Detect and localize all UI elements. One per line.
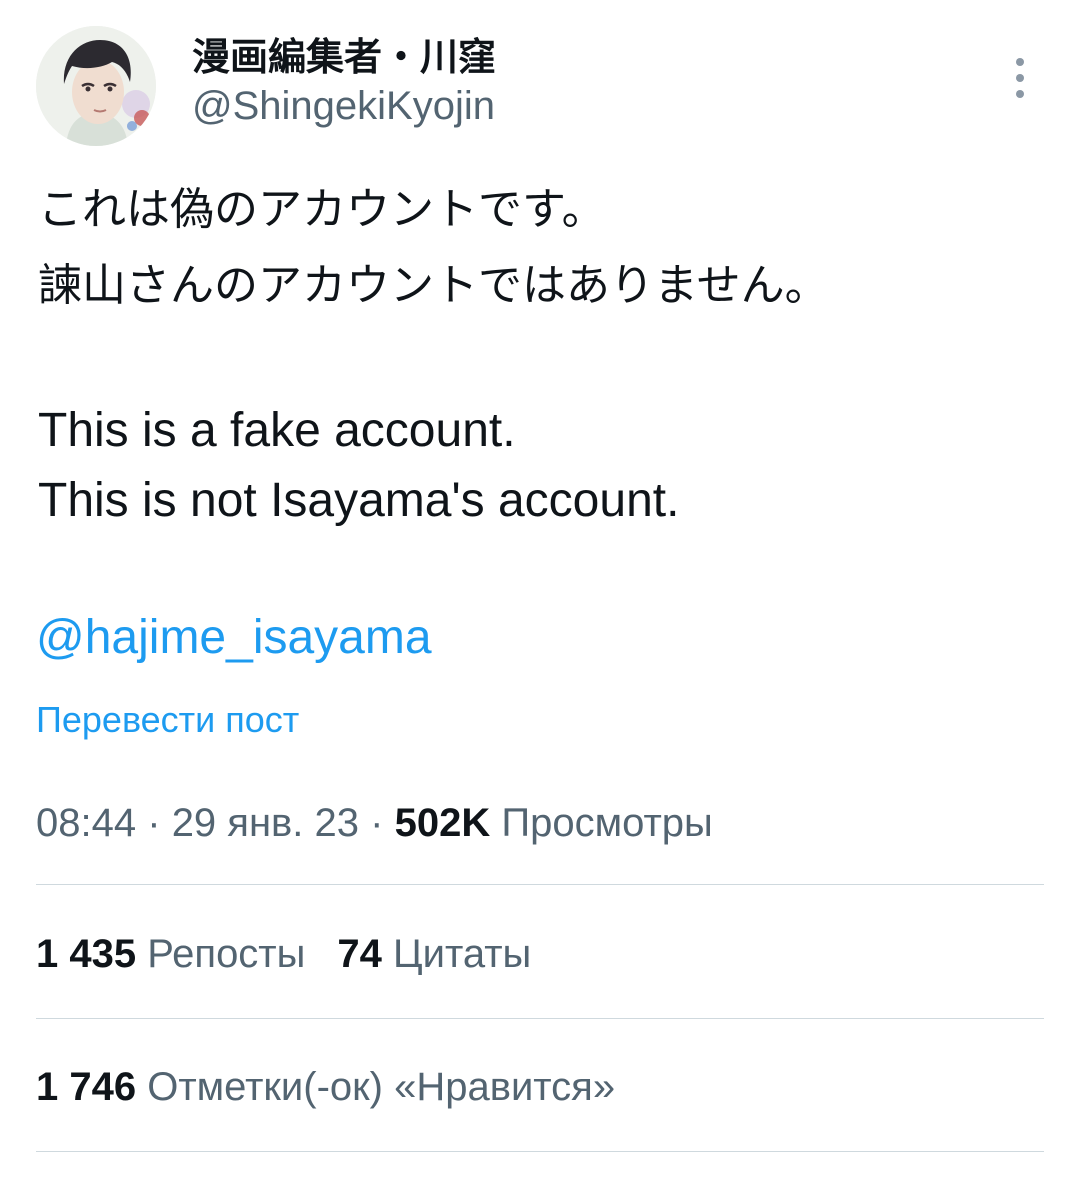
- reposts-count: 1 435: [36, 932, 137, 976]
- post-date[interactable]: 29 янв. 23: [172, 801, 359, 845]
- likes-stat[interactable]: 1 746 Отметки(-ок) «Нравится»: [36, 1061, 615, 1113]
- engagement-stats-row: 1 435 Репосты 74 Цитаты: [36, 928, 531, 980]
- quotes-label: Цитаты: [393, 932, 532, 976]
- more-vertical-icon-dot: [1016, 58, 1024, 66]
- mention-link[interactable]: @hajime_isayama: [36, 606, 432, 670]
- quotes-stat[interactable]: 74 Цитаты: [337, 928, 531, 980]
- more-vertical-icon-dot: [1016, 74, 1024, 82]
- avatar[interactable]: [36, 26, 156, 146]
- tweet: 漫画編集者・川窪 @ShingekiKyojin これは偽のアカウントです。 諫…: [0, 0, 1080, 1181]
- divider: [36, 1018, 1044, 1019]
- author-handle[interactable]: @ShingekiKyojin: [192, 82, 496, 130]
- tweet-text-line: 諫山さんのアカウントではありません。: [38, 260, 829, 311]
- meta-separator: ·: [370, 801, 384, 845]
- tweet-metadata: 08:44 · 29 янв. 23 · 502K Просмотры: [36, 797, 713, 849]
- tweet-header: 漫画編集者・川窪 @ShingekiKyojin: [36, 26, 1044, 146]
- tweet-text-line: This is not Isayama's account.: [38, 474, 680, 527]
- tweet-text-english: This is a fake account. This is not Isay…: [38, 396, 679, 536]
- likes-stats-row: 1 746 Отметки(-ок) «Нравится»: [36, 1061, 615, 1113]
- author-info: 漫画編集者・川窪 @ShingekiKyojin: [192, 32, 496, 130]
- translate-post-link[interactable]: Перевести пост: [36, 697, 299, 743]
- quotes-count: 74: [337, 932, 382, 976]
- tweet-text-japanese: これは偽のアカウントです。 諫山さんのアカウントではありません。: [38, 172, 1048, 324]
- reposts-stat[interactable]: 1 435 Репосты: [36, 928, 305, 980]
- views-count: 502K: [394, 801, 491, 845]
- views-label: Просмотры: [501, 801, 713, 845]
- likes-label: Отметки(-ок) «Нравится»: [147, 1065, 616, 1109]
- divider: [36, 1151, 1044, 1152]
- tweet-text-line: これは偽のアカウントです。: [38, 184, 606, 235]
- more-vertical-icon-dot: [1016, 90, 1024, 98]
- divider: [36, 884, 1044, 885]
- likes-count: 1 746: [36, 1065, 137, 1109]
- post-time[interactable]: 08:44: [36, 801, 136, 845]
- avatar-image: [36, 26, 156, 146]
- meta-separator: ·: [147, 801, 161, 845]
- reposts-label: Репосты: [147, 932, 306, 976]
- author-display-name[interactable]: 漫画編集者・川窪: [192, 32, 496, 82]
- more-options-button[interactable]: [1002, 50, 1038, 106]
- tweet-text-line: This is a fake account.: [38, 404, 516, 457]
